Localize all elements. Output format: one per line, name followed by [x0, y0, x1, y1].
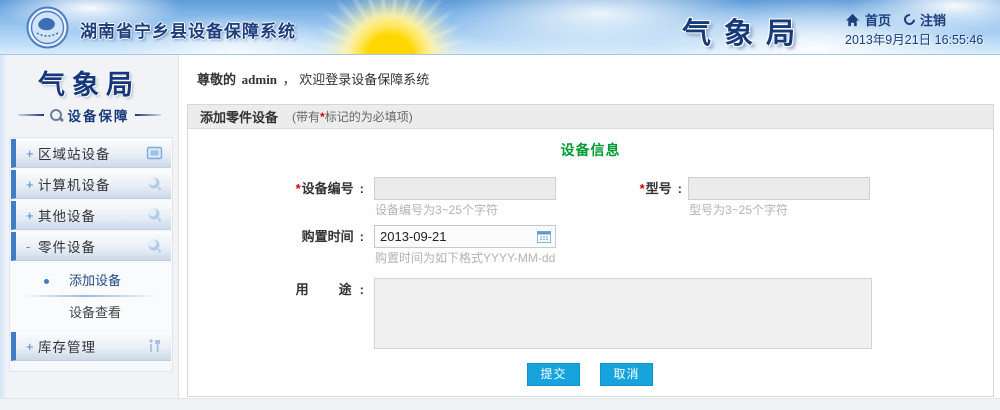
sidebar-subitem-add-device[interactable]: 添加设备 [11, 269, 171, 293]
sidebar-item-label: 库存管理 [38, 336, 96, 356]
purchase-date-field-wrap [374, 225, 556, 248]
sidebar-menu: + 区域站设备 + 计算机设备 [9, 137, 173, 372]
datetime-text: 2013年9月21日 16:55:46 [845, 29, 983, 48]
colon: : [678, 181, 682, 196]
model-label: *型号: [510, 177, 682, 200]
required-asterisk: * [296, 181, 301, 196]
device-info-form: 设备信息 *设备编号: 设备编号为3~25个字符 *型号: [188, 129, 993, 396]
sidebar-subtitle-row: 设备保障 [0, 105, 178, 125]
sidebar-item-label: 零件设备 [38, 236, 96, 256]
required-asterisk: * [640, 181, 645, 196]
sidebar-subtitle: 设备保障 [68, 105, 130, 125]
model-field-wrap [688, 177, 870, 200]
parts-equipment-submenu: 添加设备 设备查看 [11, 263, 171, 330]
colon: : [360, 229, 364, 244]
note-text: (带有 [292, 110, 320, 124]
sidebar-item-inventory-management[interactable]: + 库存管理 [11, 332, 171, 361]
sun-graphic [310, 0, 470, 55]
expand-plus-icon: + [26, 146, 38, 161]
tools-icon [146, 338, 163, 354]
label-text: 用途 [296, 278, 382, 301]
calendar-icon[interactable] [537, 230, 551, 243]
divider [135, 114, 161, 116]
collapse-minus-icon: - [26, 239, 38, 254]
sidebar-item-parts-equipment[interactable]: - 零件设备 [11, 232, 171, 261]
sidebar: 气象局 设备保障 + 区域站设备 [0, 55, 178, 398]
home-link[interactable]: 首页 [865, 10, 891, 29]
device-number-label: *设备编号: [188, 177, 364, 200]
device-swoosh-icon [146, 207, 163, 223]
cancel-button[interactable]: 取消 [600, 363, 653, 386]
bureau-title: 气象局 [682, 10, 808, 52]
colon: : [360, 282, 364, 297]
page: 湖南省宁乡县设备保障系统 气象局 首页 注销 2013年9月21日 16:55:… [0, 0, 1000, 410]
device-number-hint: 设备编号为3~25个字符 [375, 201, 498, 218]
model-input[interactable] [689, 178, 869, 199]
section-title: 设备信息 [188, 140, 993, 160]
expand-plus-icon: + [26, 177, 38, 192]
purchase-date-label: 购置时间: [188, 225, 364, 248]
divider [18, 114, 44, 116]
usage-label: 用途: [188, 278, 364, 301]
sidebar-item-label: 计算机设备 [38, 174, 111, 194]
sidebar-item-regional-station-equipment[interactable]: + 区域站设备 [11, 139, 171, 168]
model-hint: 型号为3~25个字符 [689, 201, 788, 218]
logout-icon[interactable] [902, 12, 917, 27]
sidebar-item-other-equipment[interactable]: + 其他设备 [11, 201, 171, 230]
device-swoosh-icon [146, 176, 163, 192]
divider [23, 295, 159, 297]
label-text: 型号 [646, 181, 672, 196]
top-banner: 湖南省宁乡县设备保障系统 气象局 首页 注销 2013年9月21日 16:55:… [0, 0, 1000, 55]
sidebar-title: 气象局 [0, 63, 178, 102]
note-text: 标记的为必填项) [325, 110, 413, 124]
submit-button[interactable]: 提交 [527, 363, 580, 386]
label-text: 设备编号 [302, 181, 354, 196]
search-icon [49, 108, 63, 122]
bureau-logo-icon [26, 6, 69, 49]
sidebar-item-computer-equipment[interactable]: + 计算机设备 [11, 170, 171, 199]
panel-title: 添加零件设备 [200, 107, 278, 126]
welcome-username: admin [240, 72, 279, 87]
sidebar-subitem-view-device[interactable]: 设备查看 [11, 301, 171, 325]
bullet-icon [44, 279, 49, 284]
expand-plus-icon: + [26, 208, 38, 223]
subitem-label: 添加设备 [69, 273, 121, 288]
subitem-label: 设备查看 [69, 305, 121, 320]
device-swoosh-icon [146, 238, 163, 254]
usage-textarea[interactable] [374, 278, 872, 349]
purchase-date-input[interactable] [375, 226, 533, 247]
footer-strip [0, 398, 1000, 410]
main-content: 尊敬的 admin ， 欢迎登录设备保障系统 添加零件设备 (带有*标记的为必填… [178, 55, 1000, 398]
colon: : [360, 181, 364, 196]
system-title: 湖南省宁乡县设备保障系统 [80, 17, 296, 42]
required-note: (带有*标记的为必填项) [292, 108, 413, 125]
monitor-icon [146, 145, 163, 161]
sidebar-item-label: 其他设备 [38, 205, 96, 225]
welcome-prefix: 尊敬的 [197, 72, 236, 87]
expand-plus-icon: + [26, 339, 38, 354]
purchase-date-hint: 购置时间为如下格式YYYY-MM-dd [375, 249, 555, 266]
panel-header: 添加零件设备 (带有*标记的为必填项) [188, 105, 993, 129]
add-part-equipment-panel: 添加零件设备 (带有*标记的为必填项) 设备信息 *设备编号: 设备编号为3~2… [187, 104, 994, 397]
sidebar-item-label: 区域站设备 [38, 143, 111, 163]
home-icon[interactable] [845, 13, 860, 27]
label-text: 购置时间 [302, 229, 354, 244]
logout-link[interactable]: 注销 [920, 10, 946, 29]
welcome-suffix: ， 欢迎登录设备保障系统 [283, 72, 430, 87]
welcome-message: 尊敬的 admin ， 欢迎登录设备保障系统 [179, 55, 1000, 89]
